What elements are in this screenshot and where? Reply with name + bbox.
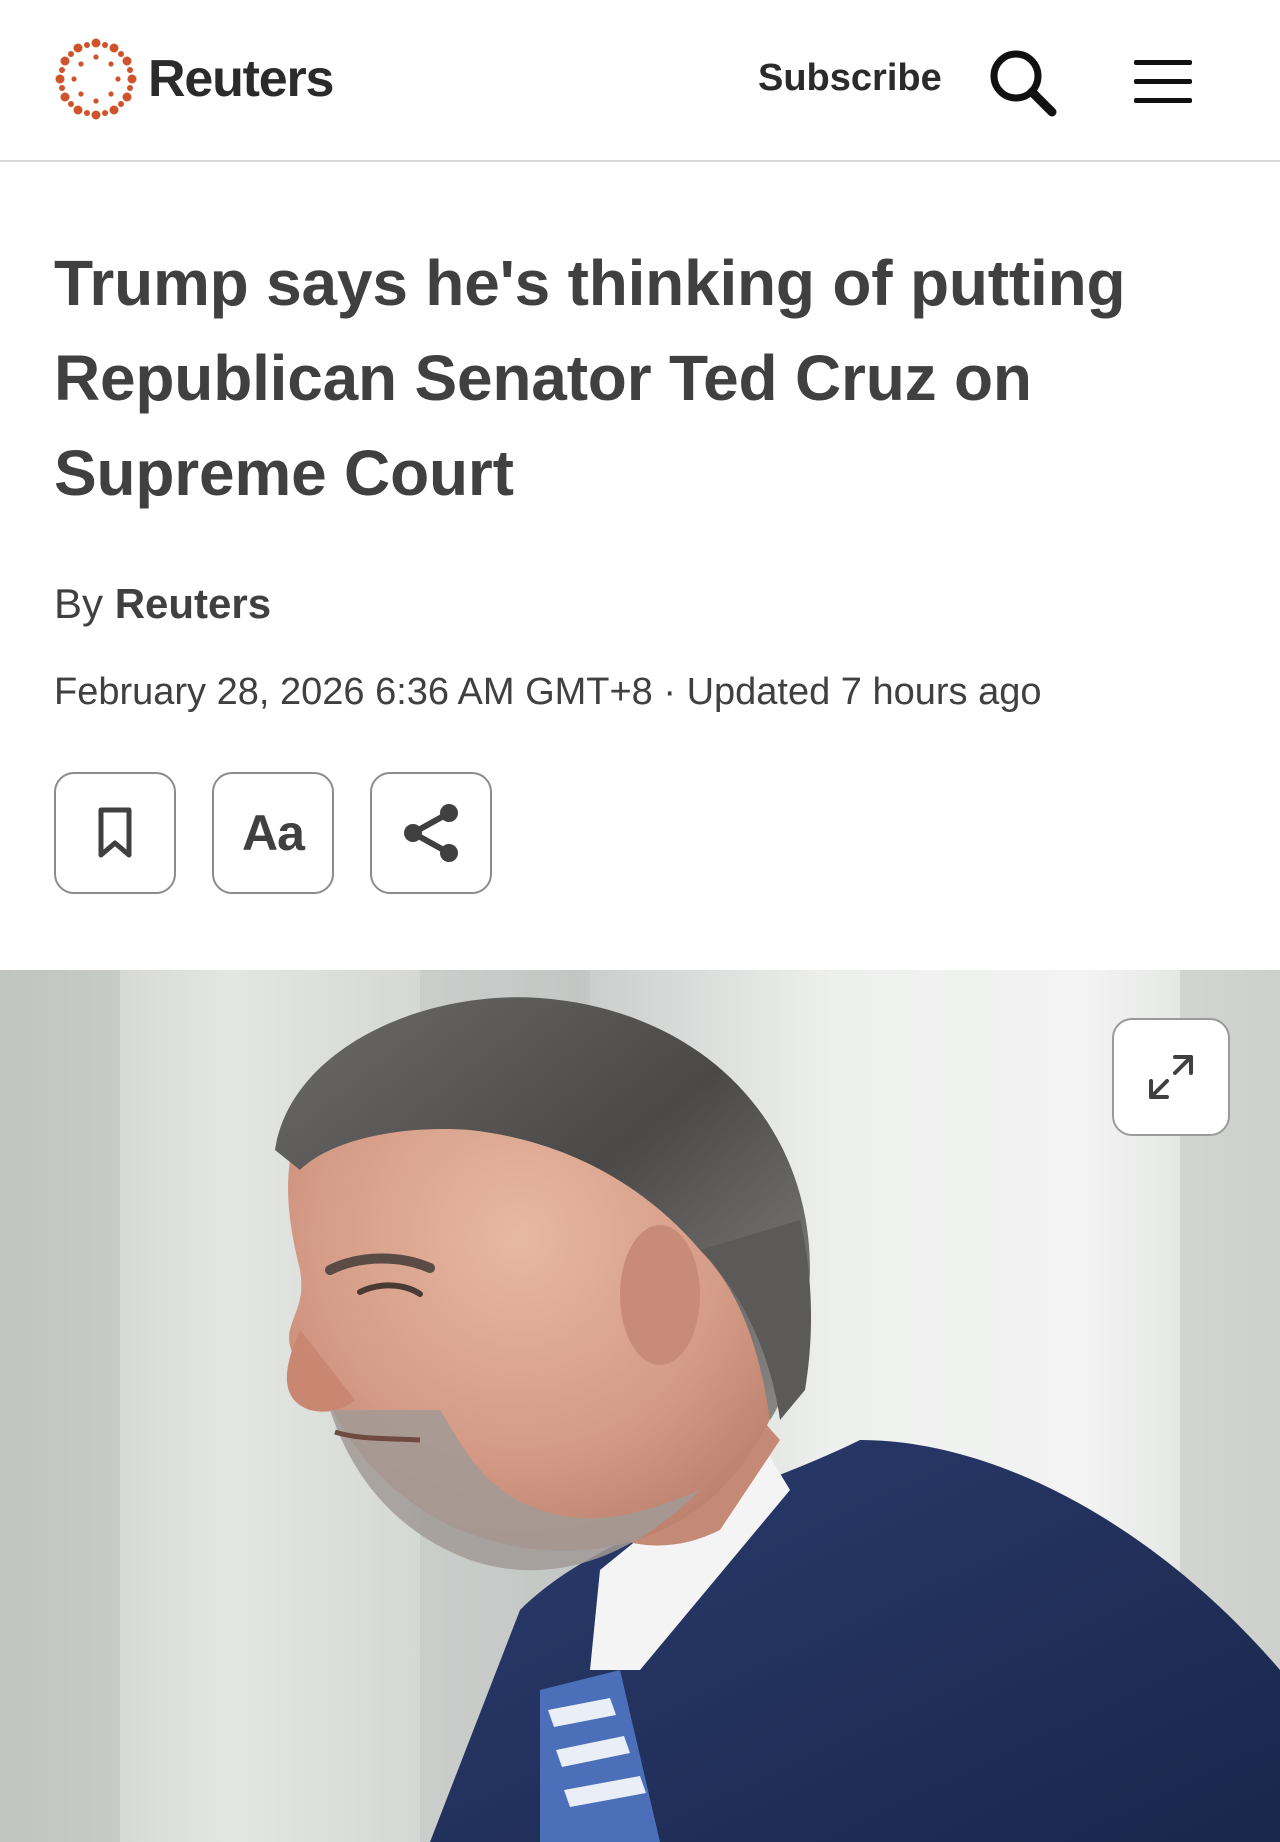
byline: By Reuters bbox=[54, 578, 271, 630]
reuters-logo-icon bbox=[55, 38, 137, 120]
article-dateline: February 28, 2026 6:36 AM GMT+8 · Update… bbox=[54, 671, 1042, 713]
site-header: Reuters Subscribe bbox=[0, 0, 1280, 162]
bookmark-icon bbox=[98, 807, 132, 858]
search-icon bbox=[990, 50, 1057, 117]
subscribe-button[interactable]: Subscribe bbox=[758, 50, 942, 106]
portrait-image bbox=[0, 970, 1280, 1842]
text-size-button[interactable]: Aa bbox=[212, 772, 334, 894]
expand-icon bbox=[1149, 1055, 1193, 1099]
share-button[interactable] bbox=[370, 772, 492, 894]
expand-image-button[interactable] bbox=[1112, 1018, 1230, 1136]
reuters-logo[interactable]: Reuters bbox=[54, 36, 334, 122]
hamburger-menu-icon bbox=[1134, 60, 1192, 103]
byline-author-link[interactable]: Reuters bbox=[115, 580, 271, 627]
article-tools: Aa bbox=[54, 772, 492, 894]
byline-prefix: By bbox=[54, 580, 104, 627]
text-size-label: Aa bbox=[242, 805, 305, 861]
menu-button[interactable] bbox=[1132, 52, 1196, 112]
article-headline: Trump says he's thinking of putting Repu… bbox=[54, 247, 1126, 509]
article-photo[interactable] bbox=[0, 970, 1280, 1842]
logo-wordmark: Reuters bbox=[148, 50, 334, 108]
search-button[interactable] bbox=[984, 44, 1060, 120]
share-icon bbox=[404, 804, 458, 862]
bookmark-button[interactable] bbox=[54, 772, 176, 894]
